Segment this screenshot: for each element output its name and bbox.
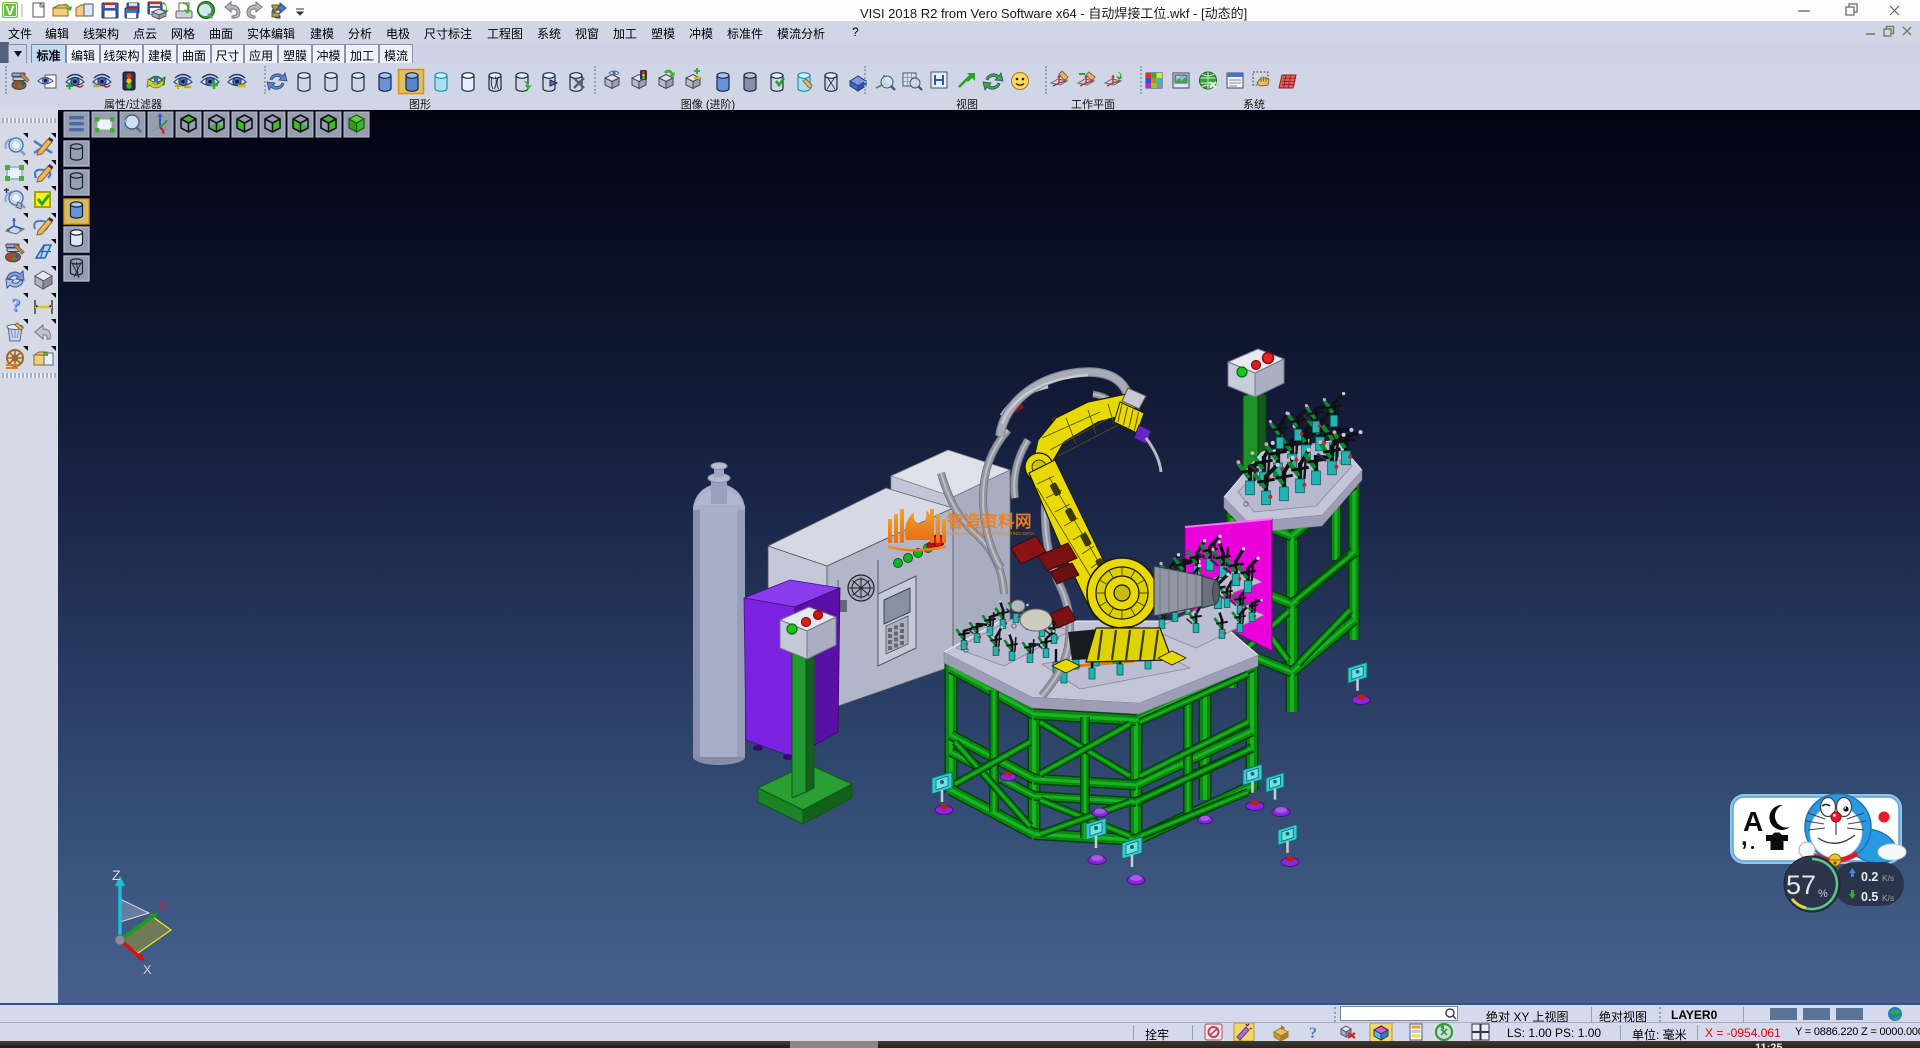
svg-text:K/s: K/s bbox=[1882, 893, 1894, 903]
svg-text:V: V bbox=[6, 3, 15, 18]
svg-text:%: % bbox=[1818, 888, 1828, 900]
svg-text:?: ? bbox=[11, 295, 21, 316]
svg-text:0.5: 0.5 bbox=[1861, 890, 1878, 904]
svg-text:Z: Z bbox=[112, 867, 121, 883]
svg-text:0.2: 0.2 bbox=[1861, 870, 1878, 884]
svg-text:X: X bbox=[143, 962, 152, 977]
svg-text:?: ? bbox=[1309, 1025, 1317, 1042]
svg-text:智造资料网: 智造资料网 bbox=[947, 511, 1032, 531]
svg-text:INTELLIGENT MANUFACTURING DATA: INTELLIGENT MANUFACTURING DATA bbox=[947, 531, 1035, 537]
svg-text:57: 57 bbox=[1786, 870, 1816, 900]
svg-text:K/s: K/s bbox=[1882, 873, 1894, 883]
svg-text:Y: Y bbox=[158, 898, 167, 913]
svg-text:,: , bbox=[1741, 824, 1748, 851]
